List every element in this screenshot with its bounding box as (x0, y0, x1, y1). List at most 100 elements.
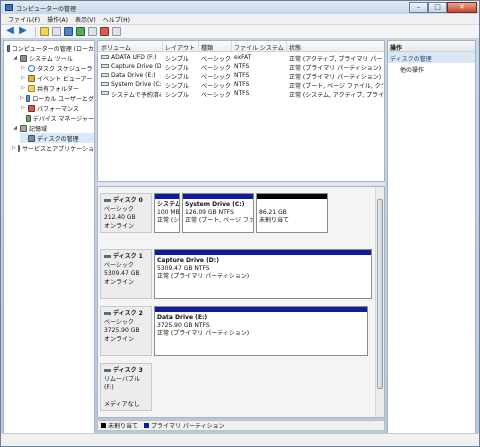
disk-map-scrollbar[interactable] (375, 187, 384, 417)
tree-item-label: コンピューターの管理 (ローカ (11, 45, 94, 53)
disk-label[interactable]: ディスク 3 リムーバブル (F:) メディアなし (100, 363, 152, 411)
actions-other-operations[interactable]: 他の操作 (400, 65, 424, 74)
tree-expander-icon[interactable]: ▷ (12, 145, 16, 151)
volume-cell: System Drive (C:) (111, 81, 161, 88)
tree-item[interactable]: コンピューターの管理 (ローカ (4, 43, 94, 53)
console-icon[interactable] (100, 27, 109, 36)
dev-icon (25, 114, 31, 122)
window-title: コンピューターの管理 (16, 6, 77, 13)
tree-expander-icon[interactable]: ◢ (12, 55, 18, 61)
tree-item[interactable]: ▷ サービスとアプリケーショ (12, 143, 94, 153)
event-icon (28, 74, 35, 82)
menu-help[interactable]: ヘルプ(H) (103, 15, 130, 24)
partition-block[interactable]: System Drive (C:) 126.09 GB NTFS 正常 (ブート, … (182, 193, 254, 233)
partition-block[interactable]: Data Drive (E:) 3725.90 GB NTFS 正常 (プライマリ … (154, 306, 368, 356)
volume-row[interactable]: ADATA UFD (F:) シンプル ベーシック exFAT 正常 (アクティブ, プ… (98, 53, 384, 63)
refresh-icon[interactable] (76, 27, 85, 36)
menu-bar: ファイル(F) 操作(A) 表示(V) ヘルプ(H) (1, 14, 479, 25)
disk-label[interactable]: ディスク 0 ベーシック 212.40 GB オンライン (100, 193, 152, 233)
disk-size: 5309.47 GB (104, 270, 140, 277)
settings-icon[interactable] (112, 27, 121, 36)
col-type[interactable]: 種類 (201, 43, 231, 52)
pc-icon (6, 44, 10, 52)
tree-item[interactable]: ディスクの管理 (20, 133, 94, 143)
volume-row[interactable]: System Drive (C:) シンプル ベーシック NTFS 正常 (ブート, ペ… (98, 80, 384, 90)
maximize-button[interactable]: □ (428, 2, 447, 13)
actions-pane: 操作 ディスクの管理 他の操作 (387, 40, 476, 442)
partition-size: 3725.90 GB NTFS (157, 322, 210, 329)
drive-icon (101, 64, 109, 68)
tree-item[interactable]: ▷ パフォーマンス (20, 103, 94, 113)
tree-item-label: 共有フォルダー (37, 85, 80, 93)
disk-type: ベーシック (104, 261, 134, 269)
tree-expander-icon[interactable]: ▷ (20, 95, 24, 101)
folder-icon (28, 84, 35, 92)
volume-cell: NTFS (234, 90, 250, 97)
tree-item[interactable]: デバイス マネージャー (20, 113, 94, 123)
svc-icon (17, 144, 21, 152)
scrollbar-thumb[interactable] (377, 199, 383, 389)
col-status[interactable]: 状態 (289, 43, 379, 52)
tree-item-label: 記憶域 (29, 125, 48, 133)
up-folder-icon[interactable] (40, 27, 49, 36)
volume-cell: システムで予約済み (111, 92, 161, 99)
legend-unallocated: 未割り当て (108, 423, 139, 430)
col-volume[interactable]: ボリューム (101, 43, 161, 52)
partition-block[interactable]: システム 100 MB 正常 (シ (154, 193, 180, 233)
disk-name: ディスク 3 (104, 367, 148, 376)
partition-block[interactable]: Capture Drive (D:) 5309.47 GB NTFS 正常 (プライ… (154, 249, 372, 299)
partition-name: Data Drive (E:) (157, 314, 208, 321)
col-layout[interactable]: レイアウト (165, 43, 198, 52)
volume-row[interactable]: Data Drive (E:) シンプル ベーシック NTFS 正常 (プライマリ パー… (98, 71, 384, 81)
tree-item[interactable]: ▷ イベント ビューアー (20, 73, 94, 83)
properties-icon[interactable] (52, 27, 61, 36)
minimize-button[interactable]: – (409, 2, 428, 13)
tree-expander-icon[interactable]: ▷ (20, 85, 26, 91)
tree-expander-icon[interactable]: ◢ (12, 125, 18, 131)
volume-cell: exFAT (234, 54, 252, 61)
forward-arrow-icon[interactable]: ▶ (18, 26, 28, 36)
tree-item[interactable]: ◢ 記憶域 (12, 123, 94, 133)
actions-section-disk-management[interactable]: ディスクの管理 (388, 52, 475, 63)
volume-cell: Capture Drive (D:) (111, 63, 161, 70)
tree-item[interactable]: ▷ 共有フォルダー (20, 83, 94, 93)
disk-status: オンライン (104, 222, 135, 230)
tree-expander-icon[interactable]: ▷ (20, 75, 26, 81)
tree-item[interactable]: ▷ ローカル ユーザーとグ (20, 93, 94, 103)
disk-label[interactable]: ディスク 2 ベーシック 3725.90 GB オンライン (100, 306, 152, 356)
volume-cell: NTFS (234, 72, 250, 79)
disk-label[interactable]: ディスク 1 ベーシック 5309.47 GB オンライン (100, 249, 152, 299)
disk-name-text: ディスク 1 (113, 253, 143, 260)
volume-cell: NTFS (234, 81, 250, 88)
tree-item[interactable]: ◢ システム ツール (12, 53, 94, 63)
disk-name-text: ディスク 0 (113, 197, 143, 204)
title-bar[interactable]: コンピューターの管理 – □ ✕ (1, 1, 479, 14)
volume-row[interactable]: システムで予約済み シンプル ベーシック NTFS 正常 (システム, アクティブ, プ… (98, 89, 384, 99)
close-button[interactable]: ✕ (447, 2, 477, 13)
partition-name: System Drive (C:) (185, 201, 245, 208)
volume-row[interactable]: Capture Drive (D:) シンプル ベーシック NTFS 正常 (プライマリ… (98, 62, 384, 72)
disk-icon (104, 255, 111, 258)
back-arrow-icon[interactable]: ◀ (5, 26, 15, 36)
navigation-tree: コンピューターの管理 (ローカ ◢ システム ツール ▷ タスク スケジューラ ▷ イベント… (3, 40, 95, 442)
partition-size: 100 MB (157, 209, 180, 216)
computer-management-icon (5, 4, 13, 11)
partition-status: 正常 (プライマリ パーティション) (157, 330, 250, 337)
export-icon[interactable] (88, 27, 97, 36)
menu-view[interactable]: 表示(V) (75, 15, 96, 24)
partition-bar (155, 307, 367, 312)
disk-name: ディスク 0 (104, 197, 148, 206)
col-filesystem[interactable]: ファイル システム (234, 43, 286, 52)
partition-block[interactable]: 86.21 GB 未割り当て (256, 193, 328, 233)
users-icon (25, 94, 31, 102)
menu-file[interactable]: ファイル(F) (8, 15, 40, 24)
volume-list-header: ボリューム レイアウト 種類 ファイル システム 状態 (98, 41, 384, 52)
tree-expander-icon[interactable]: ▷ (20, 65, 26, 71)
partition-name: Capture Drive (D:) (157, 257, 219, 264)
tree-expander-icon[interactable]: ▷ (20, 105, 26, 111)
partition-status: 正常 (ブート, ページ ファ (185, 217, 254, 224)
menu-action[interactable]: 操作(A) (47, 15, 68, 24)
tree-item[interactable]: ▷ タスク スケジューラ (20, 63, 94, 73)
help-icon[interactable] (64, 27, 73, 36)
tree-item-label: ディスクの管理 (37, 135, 79, 143)
